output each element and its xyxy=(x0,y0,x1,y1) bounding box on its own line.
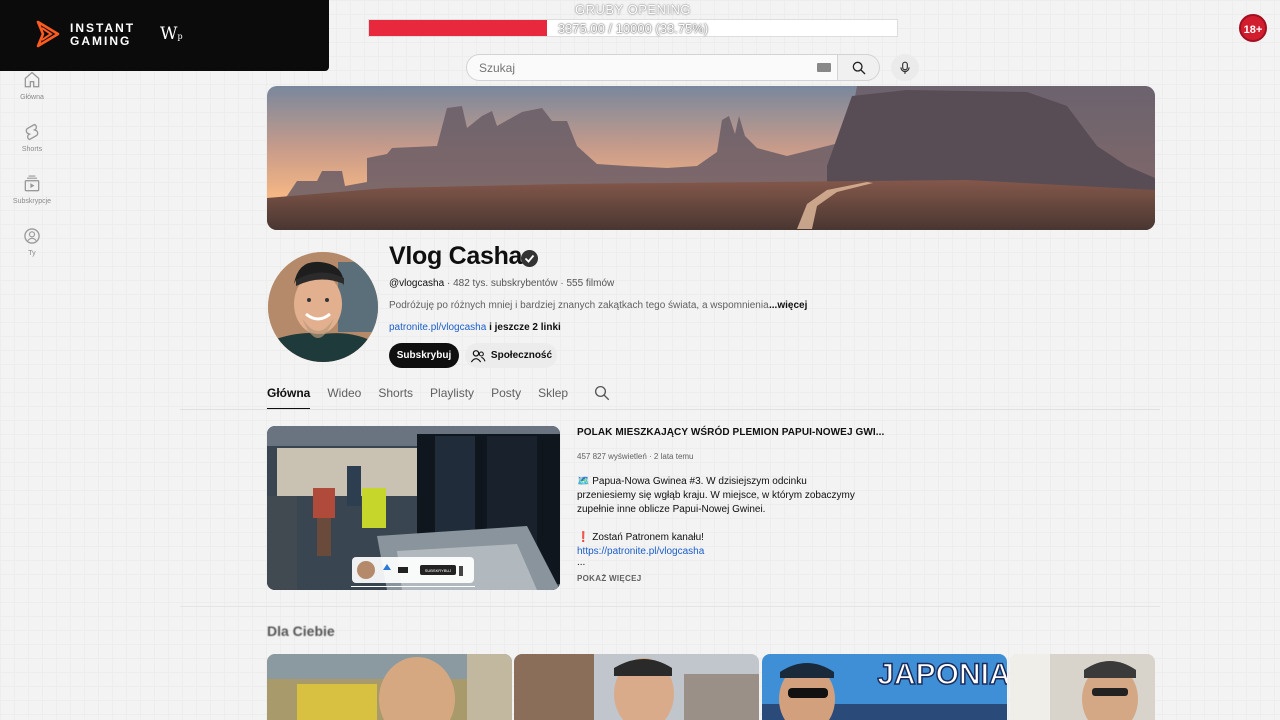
community-button[interactable]: Społeczność xyxy=(465,343,557,368)
channel-banner xyxy=(267,86,1155,230)
sidebar-item-label: Główna xyxy=(20,94,44,101)
description-more-link[interactable]: ...więcej xyxy=(769,300,807,311)
people-icon xyxy=(470,349,486,362)
left-sidebar: Główna Shorts Subskrypcje Ty xyxy=(0,70,64,278)
featured-video-description: 🗺️ Papua-Nowa Gwinea #3. W dzisiejszym o… xyxy=(577,475,857,568)
featured-patronite-link[interactable]: https://patronite.pl/vlogcasha xyxy=(577,545,857,559)
channel-handle: @vlogcasha xyxy=(389,278,445,289)
instant-gaming-overlay: INSTANT GAMING Wp xyxy=(0,0,329,71)
verified-badge-icon xyxy=(521,250,538,267)
channel-meta: @vlogcasha · 482 tys. subskrybentów · 55… xyxy=(389,278,614,289)
sidebar-item-label: Subskrypcje xyxy=(12,198,52,205)
community-label: Społeczność xyxy=(490,350,553,361)
tab-playlists[interactable]: Playlisty xyxy=(430,384,474,410)
channel-description[interactable]: Podróżuję po różnych mniej i bardziej zn… xyxy=(389,300,769,311)
channel-links: patronite.pl/vlogcasha i jeszcze 2 linki xyxy=(389,322,561,333)
thumbnail-subscribe-text: SUBSKRYBUJ xyxy=(425,568,452,573)
featured-video-stats: 457 827 wyświetleń · 2 lata temu xyxy=(577,452,694,461)
channel-name: Vlog Casha xyxy=(389,242,523,270)
search-box[interactable] xyxy=(466,54,838,81)
goal-progress-text: 3375.00 / 10000 (33.75%) xyxy=(557,21,709,36)
sidebar-item-home[interactable]: Główna xyxy=(0,70,64,122)
channel-search-icon[interactable] xyxy=(593,384,611,402)
featured-video-thumbnail[interactable]: SUBSKRYBUJ xyxy=(267,426,560,590)
goal-title: GRUBY OPENING xyxy=(574,2,692,17)
section-divider xyxy=(180,606,1160,607)
tab-store[interactable]: Sklep xyxy=(538,384,568,410)
channel-stats: · 482 tys. subskrybentów · 555 filmów xyxy=(444,278,615,289)
patronite-link[interactable]: patronite.pl/vlogcasha xyxy=(389,322,486,333)
voice-search-button[interactable] xyxy=(891,54,919,81)
shorts-icon xyxy=(25,123,39,141)
sidebar-item-you[interactable]: Ty xyxy=(0,226,64,278)
shelf-title: Dla Ciebie xyxy=(267,623,335,639)
shelf-video-thumbnail[interactable] xyxy=(267,654,512,720)
featured-video-title[interactable]: POLAK MIESZKAJĄCY WŚRÓD PLEMION PAPUI-NO… xyxy=(577,427,884,438)
brand-name: INSTANT GAMING xyxy=(70,21,136,48)
search-icon xyxy=(852,61,865,74)
shelf-video-thumbnail[interactable]: JAPONIA xyxy=(762,654,1007,720)
search-input[interactable] xyxy=(479,61,799,75)
thumbnail-japonia-text: JAPONIA xyxy=(877,658,1007,691)
tabs-divider xyxy=(180,409,1160,410)
sidebar-item-shorts[interactable]: Shorts xyxy=(0,122,64,174)
channel-tabs: Główna Wideo Shorts Playlisty Posty Skle… xyxy=(267,384,611,410)
channel-avatar[interactable] xyxy=(268,252,378,362)
home-icon xyxy=(24,71,40,88)
instant-gaming-logo-icon xyxy=(36,20,60,48)
tab-home[interactable]: Główna xyxy=(267,384,311,410)
you-icon xyxy=(24,228,40,244)
more-links[interactable]: i jeszcze 2 linki xyxy=(486,322,561,333)
goal-progress-bar: 3375.00 / 10000 (33.75%) xyxy=(368,19,898,37)
tab-shorts[interactable]: Shorts xyxy=(378,384,413,410)
tab-posts[interactable]: Posty xyxy=(491,384,521,410)
sidebar-item-label: Ty xyxy=(28,250,36,257)
sidebar-item-label: Shorts xyxy=(21,146,43,153)
shelf-video-thumbnail[interactable] xyxy=(514,654,759,720)
subscriptions-icon xyxy=(24,175,40,192)
tab-videos[interactable]: Wideo xyxy=(327,384,361,410)
show-more-button[interactable]: POKAŻ WIĘCEJ xyxy=(577,574,642,583)
partner-logo: Wp xyxy=(160,24,183,44)
age-rating-badge: 18+ xyxy=(1239,14,1267,42)
microphone-icon xyxy=(900,61,910,74)
subscribe-button[interactable]: Subskrybuj xyxy=(389,343,459,368)
sidebar-item-subscriptions[interactable]: Subskrypcje xyxy=(0,174,64,226)
search-button[interactable] xyxy=(838,54,880,81)
shelf-video-thumbnail[interactable] xyxy=(1010,654,1155,720)
keyboard-icon[interactable] xyxy=(817,63,831,72)
